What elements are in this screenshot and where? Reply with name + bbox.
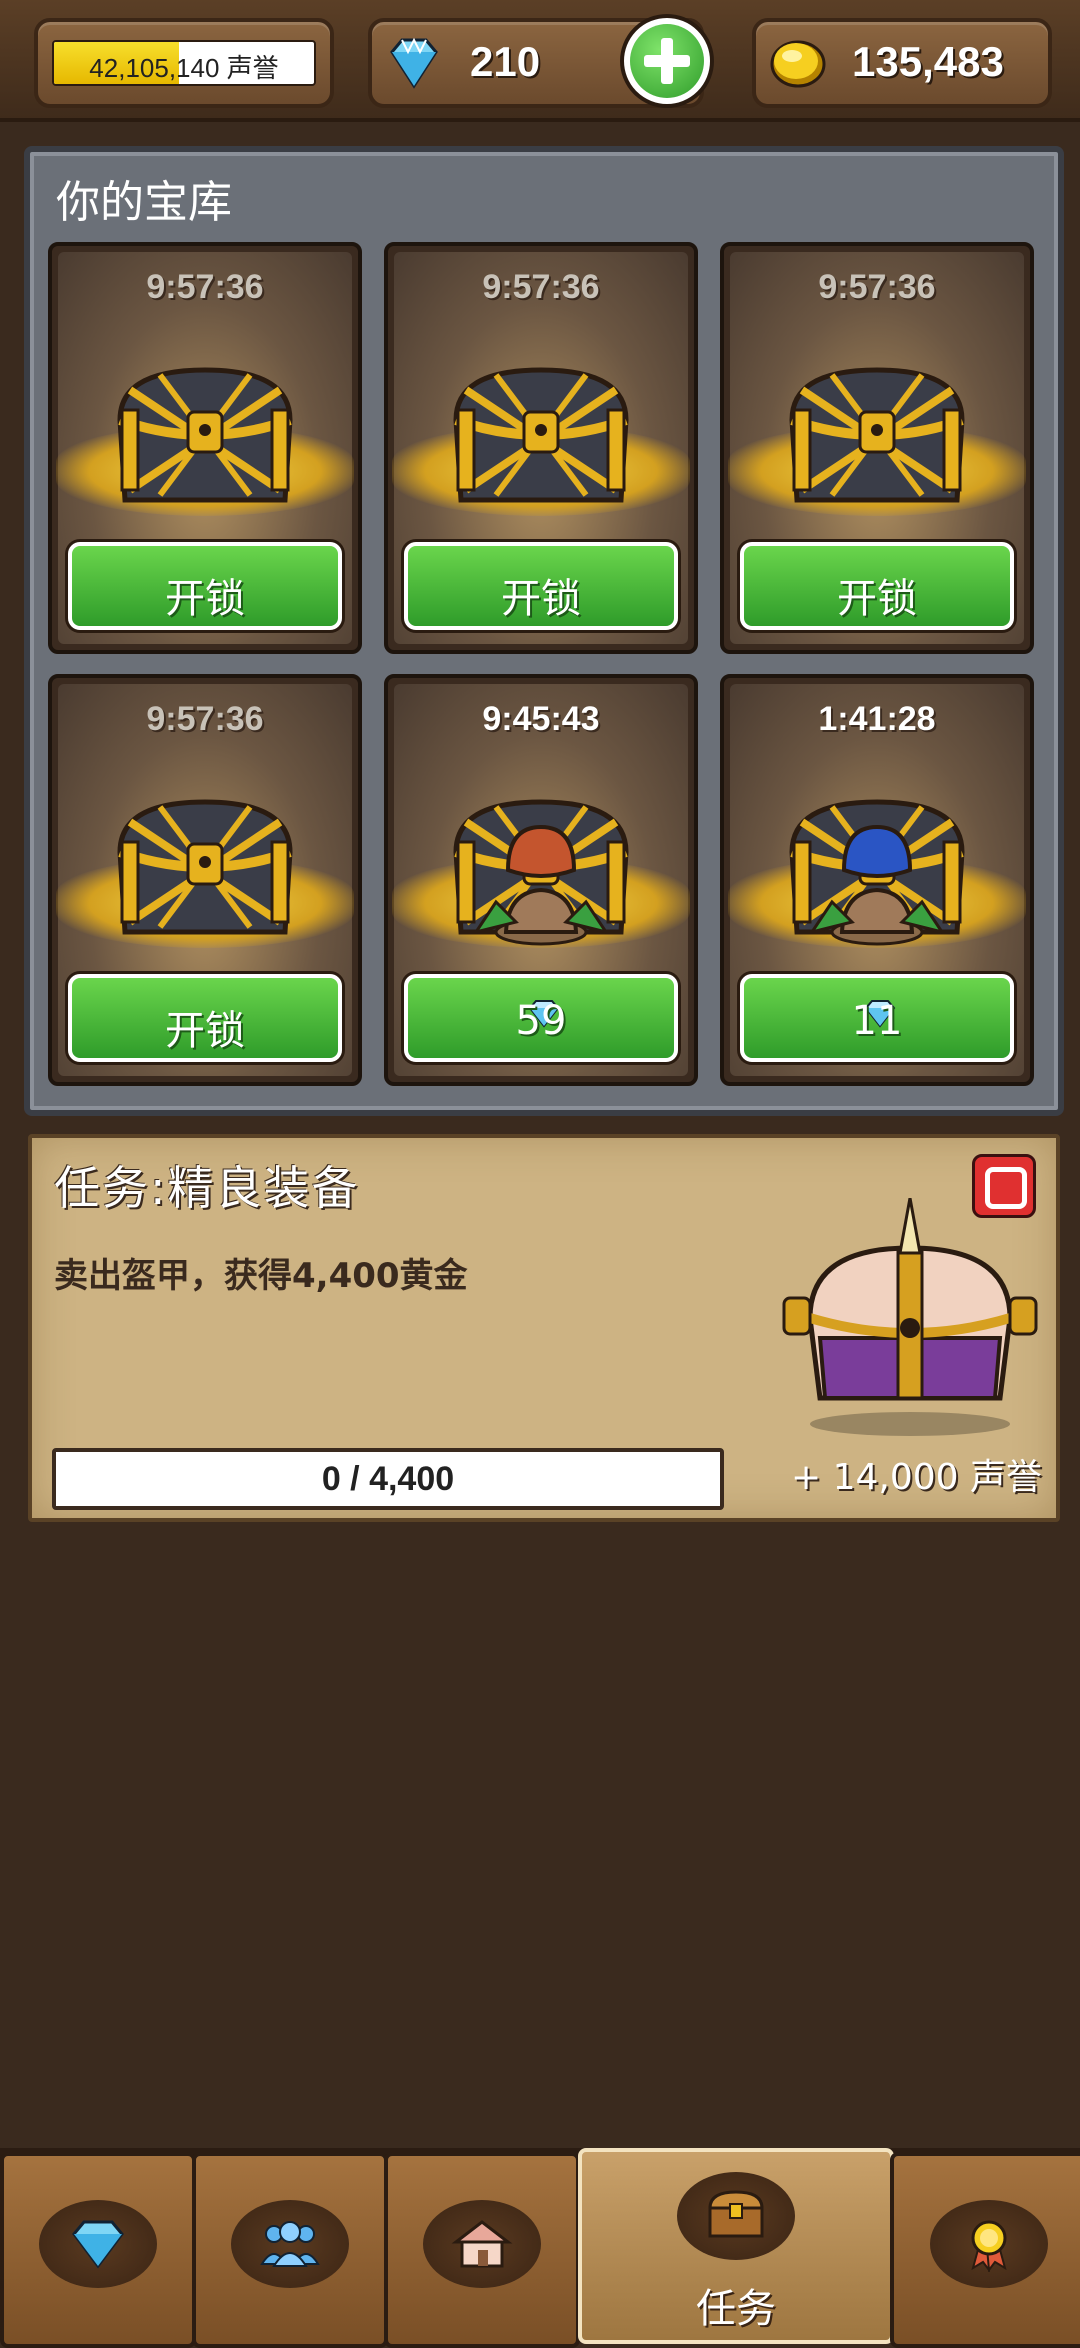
chest-card[interactable]: 9:57:36 开锁 <box>384 242 698 654</box>
nav-tab-town[interactable] <box>384 2152 580 2348</box>
reputation-text: 42,105,140 声誉 <box>89 53 279 83</box>
unlock-button[interactable]: 开锁 <box>68 974 342 1062</box>
plus-icon <box>630 24 704 98</box>
top-bar: 42,105,140 声誉 210 135,483 <box>0 0 1080 122</box>
treasure-chest-icon <box>117 799 293 935</box>
unlock-button[interactable]: 开锁 <box>68 542 342 630</box>
people-icon <box>260 2221 320 2267</box>
gold-value: 135,483 <box>852 38 1004 85</box>
quest-title: 任务:精良装备 <box>54 1161 360 1215</box>
chest-timer: 9:45:43 <box>482 700 600 738</box>
unlock-button-label: 11 <box>851 998 903 1044</box>
gold-coin-icon <box>770 40 826 88</box>
chest-card[interactable]: 9:57:36 开锁 <box>48 242 362 654</box>
nav-tab-quests-label: 任务 <box>696 2286 776 2332</box>
bottom-nav: 任务 <box>0 2148 1080 2348</box>
gem-unlock-button[interactable]: 11 <box>740 974 1014 1062</box>
nav-tab-shop[interactable] <box>0 2152 196 2348</box>
chest-card[interactable]: 9:45:43 59 <box>384 674 698 1086</box>
quest-progress-bar: 0 / 4,400 <box>52 1448 724 1510</box>
treasure-chest-icon <box>453 799 629 946</box>
vault-title: 你的宝库 <box>56 177 232 228</box>
quest-reward: + 14,000 声誉 <box>790 1457 1042 1498</box>
diamond-icon <box>390 37 438 89</box>
gem-unlock-button[interactable]: 59 <box>404 974 678 1062</box>
medal-icon <box>971 2220 1007 2272</box>
gold-panel[interactable]: 135,483 <box>752 18 1052 108</box>
unlock-button-label: 开锁 <box>837 576 917 622</box>
unlock-button[interactable]: 开锁 <box>740 542 1014 630</box>
gems-value: 210 <box>470 38 541 85</box>
chest-card[interactable]: 9:57:36 开锁 <box>720 242 1034 654</box>
treasure-chest-icon <box>789 367 965 503</box>
house-icon <box>451 2220 513 2268</box>
unicorn-chest-icon <box>782 1198 1038 1436</box>
quest-progress-text: 0 / 4,400 <box>321 1460 455 1498</box>
chest-timer: 1:41:28 <box>818 700 936 738</box>
treasure-chest-icon <box>453 367 629 503</box>
quest-description: 卖出盔甲，获得4,400黄金 <box>54 1256 468 1296</box>
nav-tab-quests[interactable]: 任务 <box>578 2148 894 2344</box>
quest-panel: 任务:精良装备 卖出盔甲，获得4,400黄金 0 / 4,400 + 14,00… <box>28 1134 1060 1522</box>
unlock-button-label: 59 <box>515 998 567 1044</box>
chest-card[interactable]: 1:41:28 11 <box>720 674 1034 1086</box>
treasure-chest-icon <box>708 2190 764 2238</box>
chest-timer: 9:57:36 <box>482 268 600 306</box>
reputation-bar: 42,105,140 声誉 <box>52 40 316 86</box>
chest-timer: 9:57:36 <box>146 700 264 738</box>
reputation-panel[interactable]: 42,105,140 声誉 <box>34 18 334 108</box>
chest-timer: 9:57:36 <box>818 268 936 306</box>
chest-card[interactable]: 9:57:36 开锁 <box>48 674 362 1086</box>
chest-timer: 9:57:36 <box>146 268 264 306</box>
unlock-button-label: 开锁 <box>165 576 245 622</box>
nav-tab-achievements[interactable] <box>890 2152 1080 2348</box>
diamond-icon <box>72 2220 124 2269</box>
treasure-chest-icon <box>117 367 293 503</box>
unlock-button-label: 开锁 <box>501 576 581 622</box>
vault-panel: 你的宝库 9:57:36 开锁 9:57:36 开锁 9:57:36 开锁 9:57:36 开… <box>24 146 1064 1116</box>
treasure-chest-icon <box>789 799 965 946</box>
unlock-button-label: 开锁 <box>165 1008 245 1054</box>
add-gems-button[interactable] <box>620 14 714 108</box>
nav-tab-heroes[interactable] <box>192 2152 388 2348</box>
unlock-button[interactable]: 开锁 <box>404 542 678 630</box>
